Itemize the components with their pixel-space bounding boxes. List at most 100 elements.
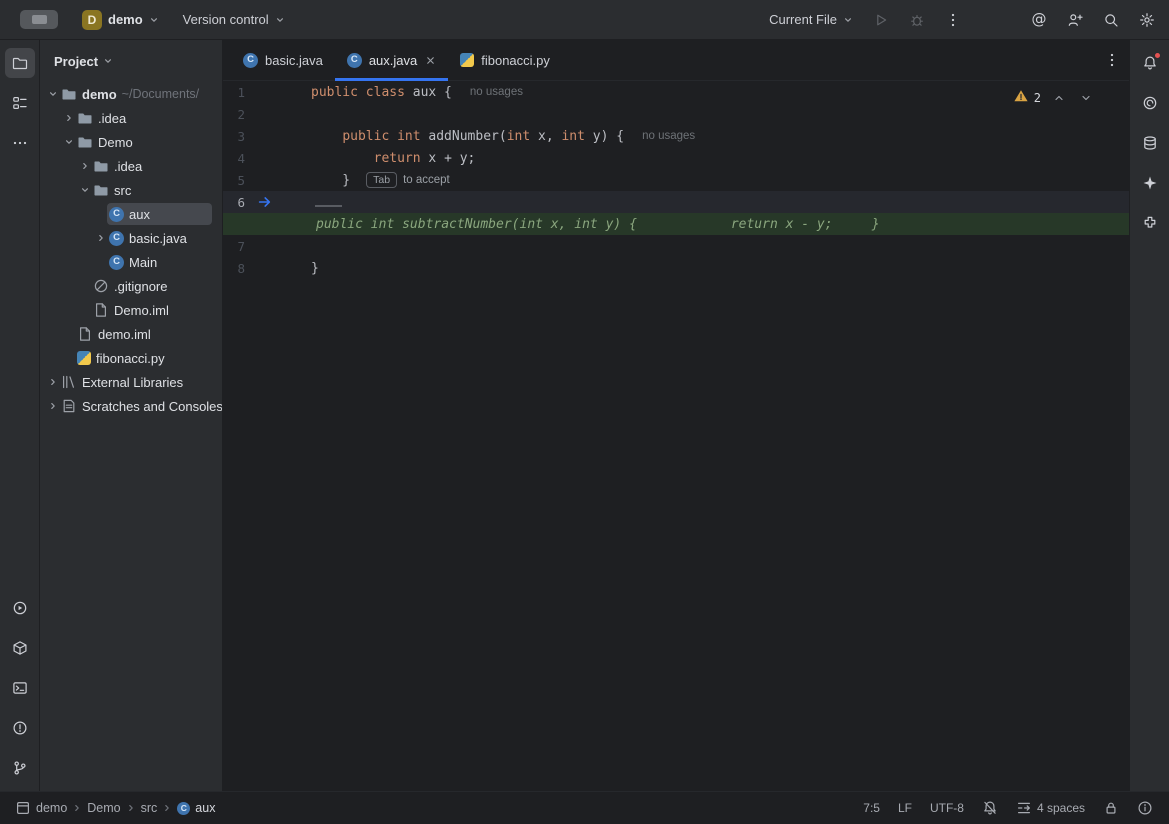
code-line-4[interactable]: 4 return x + y; bbox=[223, 147, 1129, 169]
window-controls[interactable] bbox=[20, 10, 58, 29]
close-tab-icon[interactable] bbox=[425, 55, 436, 66]
chevron-right-icon[interactable] bbox=[46, 401, 59, 411]
tool-notifications-button[interactable] bbox=[1135, 48, 1165, 78]
ai-mention-icon: @ bbox=[1031, 12, 1047, 28]
tree-item-fibonacci.py[interactable]: fibonacci.py bbox=[40, 346, 222, 370]
editor-tab-aux.java[interactable]: Caux.java bbox=[335, 40, 448, 80]
tool-project-folder-button[interactable] bbox=[5, 48, 35, 78]
breadcrumb-aux[interactable]: Caux bbox=[174, 801, 218, 815]
code-with-me-button[interactable] bbox=[1061, 6, 1089, 34]
tool-services-button[interactable] bbox=[5, 593, 35, 623]
class-icon: C bbox=[177, 802, 190, 815]
code-line-1[interactable]: 1public class aux {no usages bbox=[223, 81, 1129, 103]
tree-item-.gitignore[interactable]: .gitignore bbox=[40, 274, 222, 298]
tree-item-label: Demo.iml bbox=[114, 303, 169, 318]
vcs-widget[interactable]: Version control bbox=[183, 12, 285, 27]
tree-item-Demo.iml[interactable]: Demo.iml bbox=[40, 298, 222, 322]
chevron-down-icon[interactable] bbox=[62, 137, 75, 147]
tool-plugins-button[interactable] bbox=[1135, 208, 1165, 238]
tree-item-Main[interactable]: CMain bbox=[40, 250, 222, 274]
inspections-icon bbox=[1137, 800, 1153, 816]
previous-problem-button[interactable] bbox=[1050, 89, 1068, 107]
search-button[interactable] bbox=[1097, 6, 1125, 34]
encoding-widget-value: UTF-8 bbox=[930, 801, 964, 815]
breadcrumb-src[interactable]: src bbox=[138, 801, 161, 815]
settings-button[interactable] bbox=[1133, 6, 1161, 34]
breadcrumb-Demo[interactable]: Demo bbox=[84, 801, 123, 815]
editor-tab-fibonacci.py[interactable]: fibonacci.py bbox=[448, 40, 562, 80]
code-line-7[interactable]: 7 bbox=[223, 235, 1129, 257]
caret-position-widget[interactable]: 7:5 bbox=[863, 801, 880, 815]
tree-item-basic.java[interactable]: Cbasic.java bbox=[40, 226, 222, 250]
code-line-6[interactable]: 6 bbox=[223, 191, 1129, 213]
project-widget[interactable]: D demo bbox=[82, 10, 159, 30]
title-bar-actions: @ bbox=[867, 6, 1161, 34]
tree-item-demo.iml[interactable]: demo.iml bbox=[40, 322, 222, 346]
tool-version-control-button[interactable] bbox=[5, 753, 35, 783]
tree-item-.idea[interactable]: .idea bbox=[40, 106, 222, 130]
tree-item-aux[interactable]: Caux bbox=[40, 202, 222, 226]
more-vertical-button[interactable] bbox=[939, 6, 967, 34]
tree-item-.idea[interactable]: .idea bbox=[40, 154, 222, 178]
tool-more-horizontal-button[interactable] bbox=[5, 128, 35, 158]
line-separator-widget[interactable]: LF bbox=[898, 801, 912, 815]
breadcrumbs: demo Demo src Caux bbox=[12, 800, 218, 816]
chevron-right-icon[interactable] bbox=[46, 377, 59, 387]
chevron-right-icon[interactable] bbox=[94, 233, 107, 243]
encoding-widget[interactable]: UTF-8 bbox=[930, 801, 964, 815]
tree-item-demo[interactable]: demo~/Documents/ bbox=[40, 82, 222, 106]
tool-structure-button[interactable] bbox=[5, 88, 35, 118]
debug-button[interactable] bbox=[903, 6, 931, 34]
tree-item-label: demo.iml bbox=[98, 327, 151, 342]
gutter: 3 bbox=[223, 129, 311, 144]
do-not-disturb-toggle[interactable] bbox=[982, 800, 998, 816]
readonly-toggle[interactable] bbox=[1103, 800, 1119, 816]
inline-suggestion-line[interactable]: public int subtractNumber(int x, int y) … bbox=[223, 213, 1129, 235]
tree-item-Scratches and Consoles[interactable]: Scratches and Consoles bbox=[40, 394, 222, 418]
inspections-status[interactable] bbox=[1137, 800, 1153, 816]
tool-ai-assistant-button[interactable] bbox=[1135, 168, 1165, 198]
inspections-widget[interactable]: 2 bbox=[1013, 88, 1095, 107]
chevron-down-icon[interactable] bbox=[78, 185, 91, 195]
tree-item-label: basic.java bbox=[129, 231, 187, 246]
run-configuration-widget[interactable]: Current File bbox=[769, 12, 853, 27]
tool-problems-button[interactable] bbox=[5, 713, 35, 743]
tree-item-External Libraries[interactable]: External Libraries bbox=[40, 370, 222, 394]
tab-key-badge: Tab bbox=[366, 172, 397, 188]
indent-widget-value: 4 spaces bbox=[1037, 801, 1085, 815]
folder-icon bbox=[77, 134, 93, 150]
editor-tab-basic.java[interactable]: Cbasic.java bbox=[231, 40, 335, 80]
code-segment: addNumber( bbox=[428, 129, 506, 144]
project-panel-header[interactable]: Project bbox=[40, 40, 222, 82]
file-icon bbox=[93, 302, 109, 318]
chevron-down-icon[interactable] bbox=[46, 89, 59, 99]
caret-position-widget-value: 7:5 bbox=[863, 801, 880, 815]
code-line-5[interactable]: 5 }Tabto accept bbox=[223, 169, 1129, 191]
breadcrumb-demo[interactable]: demo bbox=[12, 800, 70, 816]
run-icon bbox=[873, 12, 889, 28]
tree-item-label: .gitignore bbox=[114, 279, 167, 294]
editor-tab-bar: Cbasic.javaCaux.javafibonacci.py bbox=[223, 40, 1129, 81]
tool-gradle-button[interactable] bbox=[1135, 88, 1165, 118]
code-editor[interactable]: 1public class aux {no usages23 public in… bbox=[223, 81, 1129, 791]
tree-item-Demo[interactable]: Demo bbox=[40, 130, 222, 154]
warning-count: 2 bbox=[1034, 91, 1041, 105]
code-line-3[interactable]: 3 public int addNumber(int x, int y) {no… bbox=[223, 125, 1129, 147]
run-button[interactable] bbox=[867, 6, 895, 34]
notification-dot bbox=[1154, 52, 1161, 59]
tool-terminal-button[interactable] bbox=[5, 673, 35, 703]
chevron-right-icon[interactable] bbox=[78, 161, 91, 171]
next-problem-button[interactable] bbox=[1077, 89, 1095, 107]
tool-packages-button[interactable] bbox=[5, 633, 35, 663]
breadcrumb-separator-icon bbox=[162, 803, 172, 813]
line-number: 4 bbox=[223, 151, 245, 166]
tab-options-button[interactable] bbox=[1103, 51, 1121, 69]
chevron-right-icon[interactable] bbox=[62, 113, 75, 123]
libraries-icon bbox=[61, 374, 77, 390]
indent-widget[interactable]: 4 spaces bbox=[1016, 800, 1085, 816]
tool-database-button[interactable] bbox=[1135, 128, 1165, 158]
code-line-2[interactable]: 2 bbox=[223, 103, 1129, 125]
ai-mention-button[interactable]: @ bbox=[1025, 6, 1053, 34]
tree-item-src[interactable]: src bbox=[40, 178, 222, 202]
code-line-8[interactable]: 8} bbox=[223, 257, 1129, 279]
